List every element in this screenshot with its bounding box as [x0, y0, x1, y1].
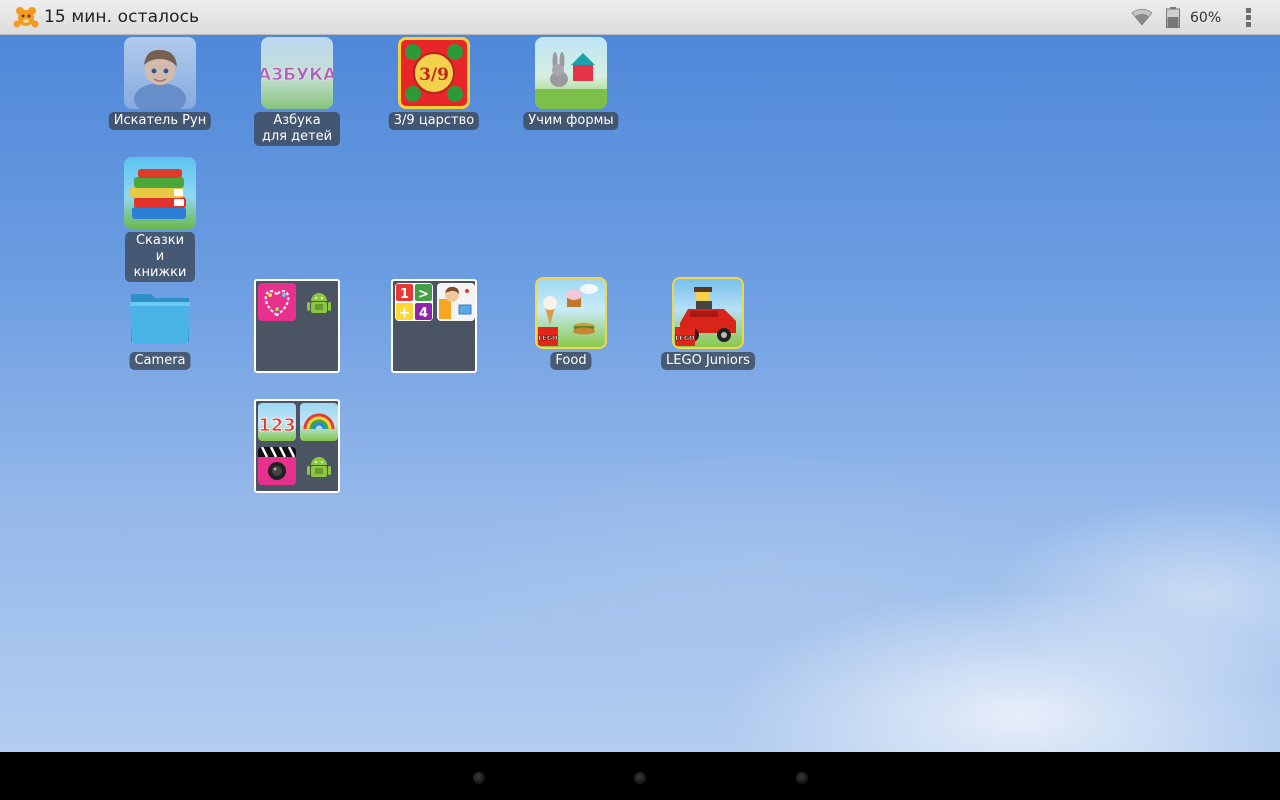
- android-icon: [300, 283, 338, 321]
- alphabet-icon: АЗБУКА: [261, 37, 333, 109]
- app-lego-juniors[interactable]: LEGO LEGO Juniors: [658, 277, 758, 373]
- app-label: 3/9 царство: [388, 112, 480, 130]
- hearts-game-icon: [258, 283, 296, 321]
- app-camera[interactable]: Camera: [110, 280, 210, 374]
- app-folder-1[interactable]: [254, 279, 340, 373]
- svg-text:1: 1: [400, 287, 409, 302]
- time-remaining: 15 мин. осталось: [44, 7, 200, 27]
- math-game-icon: 1 > + 4: [395, 283, 433, 321]
- bear-logo-icon: [13, 7, 39, 28]
- app-shapes[interactable]: Учим формы: [521, 37, 621, 147]
- app-label: Camera: [129, 352, 191, 370]
- boy-portrait-icon: [124, 37, 196, 109]
- app-label: Сказки и книжки: [125, 232, 195, 282]
- books-stack-icon: [124, 157, 196, 229]
- photo-clapper-icon: [258, 447, 296, 485]
- status-bar: 15 мин. осталось 60%: [0, 0, 1280, 35]
- app-rune-seeker[interactable]: Искатель Рун: [108, 37, 212, 147]
- app-folder-3[interactable]: 123: [254, 399, 340, 493]
- app-folder-2[interactable]: 1 > + 4: [391, 279, 477, 373]
- rainbow-icon: [300, 403, 338, 441]
- lego-car-icon: LEGO: [672, 277, 744, 349]
- battery-icon: [1166, 7, 1180, 28]
- svg-text:4: 4: [419, 306, 428, 321]
- svg-text:АЗБУКА: АЗБУКА: [261, 65, 333, 85]
- app-azbuka[interactable]: АЗБУКА Азбука для детей: [247, 37, 347, 149]
- bunny-shapes-icon: [535, 37, 607, 109]
- food-lego-icon: LEGO: [535, 277, 607, 349]
- overflow-menu-icon[interactable]: [1240, 6, 1256, 30]
- svg-text:LEGO: LEGO: [538, 334, 558, 342]
- folder-icon: [129, 286, 191, 348]
- svg-text:+: +: [399, 305, 411, 321]
- app-label: LEGO Juniors: [661, 352, 755, 370]
- app-label: Азбука для детей: [254, 112, 340, 146]
- dragon-kingdom-icon: 3/9: [398, 37, 470, 109]
- svg-text:>: >: [418, 287, 429, 302]
- home-button[interactable]: [634, 772, 646, 784]
- svg-text:LEGO: LEGO: [675, 334, 695, 342]
- wifi-icon: [1131, 8, 1153, 26]
- teacher-game-icon: [437, 283, 475, 321]
- app-label: Искатель Рун: [108, 112, 212, 130]
- app-food[interactable]: LEGO Food: [521, 277, 621, 373]
- recents-button[interactable]: [796, 772, 808, 784]
- battery-percent: 60%: [1190, 10, 1222, 26]
- back-button[interactable]: [473, 772, 485, 784]
- app-tsarstvo[interactable]: 3/9 3/9 царство: [384, 37, 484, 147]
- app-label: Учим формы: [523, 112, 619, 130]
- android-icon: [300, 447, 338, 485]
- numbers-123-icon: 123: [258, 403, 296, 441]
- home-screen: Искатель Рун АЗБУКА Азбука для детей 3/9…: [0, 35, 1280, 752]
- svg-text:3/9: 3/9: [419, 65, 449, 85]
- svg-text:123: 123: [258, 415, 296, 436]
- app-label: Food: [550, 352, 592, 370]
- navigation-bar: [0, 752, 1280, 800]
- app-tales[interactable]: Сказки и книжки: [110, 157, 210, 282]
